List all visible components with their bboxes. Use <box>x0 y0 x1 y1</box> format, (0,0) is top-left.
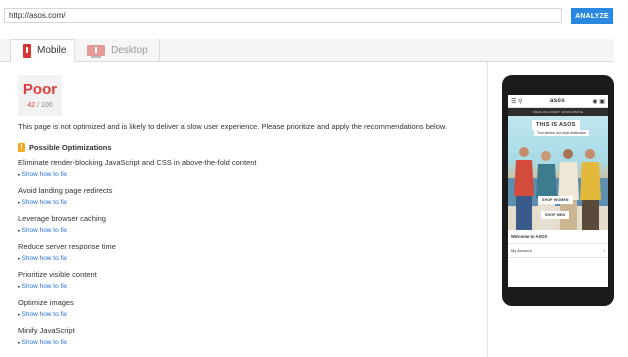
hero-image: THIS IS ASOS Your fashion and style dest… <box>508 116 608 230</box>
rule-item: Eliminate render-blocking JavaScript and… <box>18 158 478 186</box>
show-how-to-fix-link[interactable]: ▸Show how to fix <box>18 255 478 262</box>
triangle-right-icon: ▸ <box>18 256 21 262</box>
tab-desktop[interactable]: Desktop <box>75 39 160 61</box>
site-header: ☰ ⚲ asos ◉ ▣ <box>508 95 608 108</box>
rule-item: Optimize images ▸Show how to fix <box>18 298 478 326</box>
triangle-right-icon: ▸ <box>18 340 21 346</box>
summary-text: This page is not optimized and is likely… <box>18 122 447 131</box>
triangle-right-icon: ▸ <box>18 200 21 206</box>
rule-item: Minify JavaScript ▸Show how to fix <box>18 326 478 354</box>
triangle-right-icon: ▸ <box>18 284 21 290</box>
phone-screen: ☰ ⚲ asos ◉ ▣ FREE DELIVERY WORLDWIDE THI… <box>508 95 608 287</box>
rule-item: Leverage browser caching ▸Show how to fi… <box>18 214 478 242</box>
hero-subtitle: Your fashion and style destination <box>534 130 590 136</box>
rule-title: Prioritize visible content <box>18 270 97 279</box>
rule-item: Avoid landing page redirects ▸Show how t… <box>18 186 478 214</box>
rule-title: Optimize images <box>18 298 74 307</box>
warning-icon: ! <box>18 143 25 152</box>
show-how-to-fix-link[interactable]: ▸Show how to fix <box>18 171 478 178</box>
rule-title: Avoid landing page redirects <box>18 186 113 195</box>
content-divider <box>487 62 488 357</box>
analyze-button[interactable]: ANALYZE <box>571 8 613 24</box>
triangle-right-icon: ▸ <box>18 172 21 178</box>
show-how-to-fix-link[interactable]: ▸Show how to fix <box>18 283 478 290</box>
my-account-label: My Account <box>511 248 532 253</box>
rule-item: Prioritize visible content ▸Show how to … <box>18 270 478 298</box>
my-account-row[interactable]: My Account › <box>508 244 608 258</box>
tab-mobile-label: Mobile <box>37 45 67 56</box>
show-how-to-fix-link[interactable]: ▸Show how to fix <box>18 227 478 234</box>
tab-desktop-label: Desktop <box>111 44 148 56</box>
rule-title: Leverage browser caching <box>18 214 106 223</box>
score-box: Poor 42 / 100 <box>18 75 62 116</box>
rule-title: Eliminate render-blocking JavaScript and… <box>18 158 257 167</box>
shop-women-button[interactable]: SHOP WOMEN <box>538 196 573 204</box>
desktop-icon <box>87 44 105 58</box>
hero-title: THIS IS ASOS <box>532 120 580 130</box>
show-how-to-fix-link[interactable]: ▸Show how to fix <box>18 339 478 346</box>
site-logo: asos <box>549 98 565 104</box>
section-heading: ! Possible Optimizations <box>18 143 112 152</box>
score-line: 42 / 100 <box>18 102 62 109</box>
url-input[interactable] <box>4 8 562 23</box>
rule-title: Reduce server response time <box>18 242 116 251</box>
device-tabs: Mobile Desktop <box>0 39 614 62</box>
tab-mobile[interactable]: Mobile <box>10 39 75 62</box>
score-value: 42 <box>27 102 36 109</box>
phone-preview: ☰ ⚲ asos ◉ ▣ FREE DELIVERY WORLDWIDE THI… <box>502 75 614 306</box>
welcome-heading: Welcome to ASOS <box>508 230 608 244</box>
account-bag-icons: ◉ ▣ <box>592 98 605 105</box>
triangle-right-icon: ▸ <box>18 312 21 318</box>
shop-men-button[interactable]: SHOP MEN <box>541 211 570 219</box>
chevron-right-icon: › <box>603 248 605 253</box>
menu-icon: ☰ ⚲ <box>511 98 523 105</box>
rules-list: Eliminate render-blocking JavaScript and… <box>18 158 478 354</box>
show-how-to-fix-link[interactable]: ▸Show how to fix <box>18 311 478 318</box>
rule-title: Minify JavaScript <box>18 326 75 335</box>
phone-icon <box>23 43 31 58</box>
triangle-right-icon: ▸ <box>18 228 21 234</box>
score-label: Poor <box>22 81 58 98</box>
section-title: Possible Optimizations <box>29 143 112 152</box>
score-max: / 100 <box>37 102 53 109</box>
delivery-banner: FREE DELIVERY WORLDWIDE <box>508 108 608 116</box>
rule-item: Reduce server response time ▸Show how to… <box>18 242 478 270</box>
show-how-to-fix-link[interactable]: ▸Show how to fix <box>18 199 478 206</box>
